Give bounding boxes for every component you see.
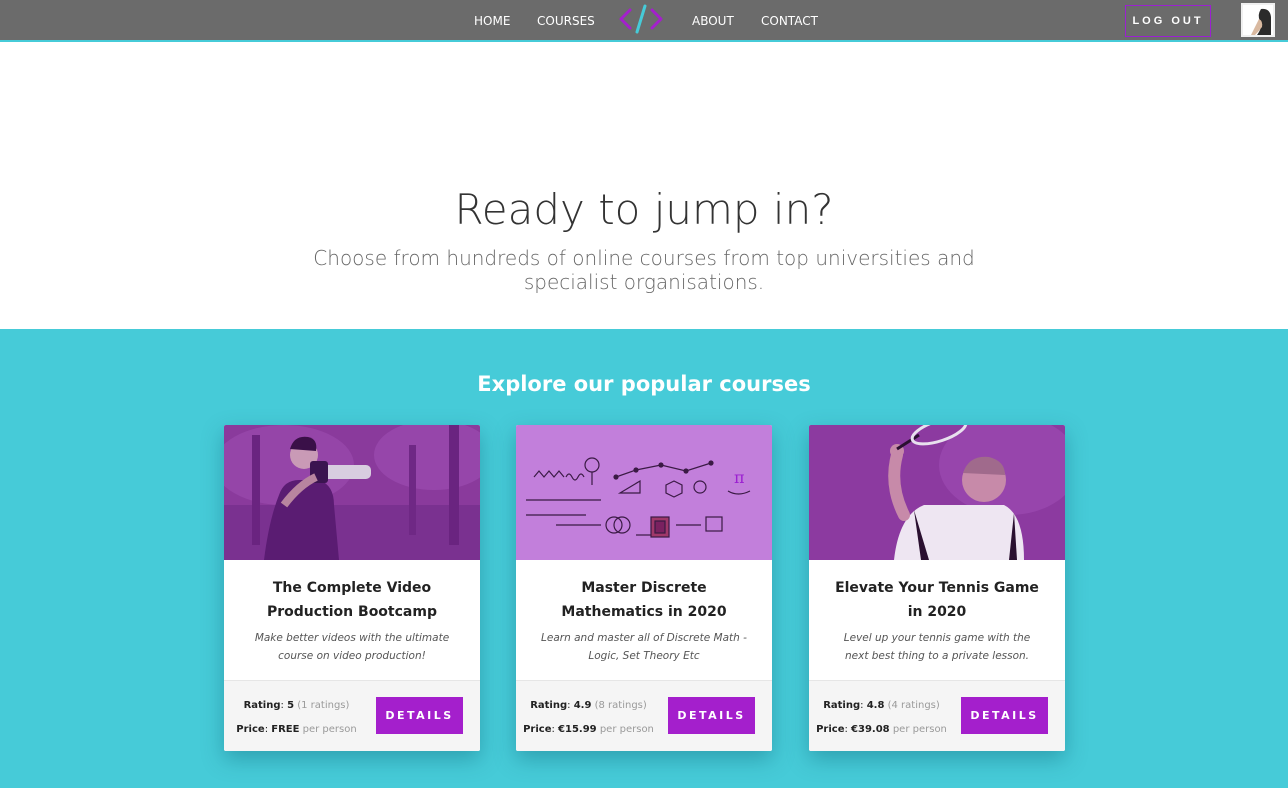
course-title[interactable]: Master Discrete Mathematics in 2020	[534, 576, 754, 624]
logout-button[interactable]: LOG OUT	[1125, 5, 1211, 37]
course-rating: Rating: 4.9 (8 ratings)	[530, 700, 647, 711]
hero-subtitle: Choose from hundreds of online courses f…	[313, 246, 975, 294]
avatar[interactable]	[1241, 3, 1275, 37]
course-footer: Rating: 4.8 (4 ratings) Price: €39.08 pe…	[809, 680, 1065, 751]
course-card-tennis: Elevate Your Tennis Game in 2020 Level u…	[809, 425, 1065, 751]
svg-text:π: π	[734, 468, 745, 487]
course-price: Price: €39.08 per person	[816, 724, 947, 735]
popular-courses-section: Explore our popular courses The Complete…	[0, 329, 1288, 788]
course-description: Make better videos with the ultimate cou…	[254, 632, 450, 662]
code-logo-icon[interactable]	[618, 4, 664, 34]
course-title[interactable]: The Complete Video Production Bootcamp	[242, 576, 462, 624]
course-rating: Rating: 4.8 (4 ratings)	[823, 700, 940, 711]
hero-title: Ready to jump in?	[454, 185, 834, 234]
navbar: HOME COURSES ABOUT CONTACT LOG OUT	[0, 0, 1288, 42]
course-price: Price: FREE per person	[236, 724, 357, 735]
nav-home-link[interactable]: HOME	[474, 14, 510, 28]
course-image-math-diagram: π	[516, 425, 772, 560]
nav-contact-link[interactable]: CONTACT	[761, 14, 818, 28]
course-rating: Rating: 5 (1 ratings)	[243, 700, 350, 711]
course-price: Price: €15.99 per person	[523, 724, 654, 735]
details-button[interactable]: DETAILS	[668, 697, 755, 734]
nav-about-link[interactable]: ABOUT	[692, 14, 734, 28]
course-footer: Rating: 5 (1 ratings) Price: FREE per pe…	[224, 680, 480, 751]
course-image-videographer	[224, 425, 480, 560]
course-image-tennis-player	[809, 425, 1065, 560]
course-description: Level up your tennis game with the next …	[843, 632, 1031, 662]
details-button[interactable]: DETAILS	[376, 697, 463, 734]
course-title[interactable]: Elevate Your Tennis Game in 2020	[827, 576, 1047, 624]
section-title: Explore our popular courses	[477, 372, 811, 396]
nav-courses-link[interactable]: COURSES	[537, 14, 595, 28]
course-card-video-production: The Complete Video Production Bootcamp M…	[224, 425, 480, 751]
details-button[interactable]: DETAILS	[961, 697, 1048, 734]
user-avatar-icon	[1243, 5, 1273, 35]
course-footer: Rating: 4.9 (8 ratings) Price: €15.99 pe…	[516, 680, 772, 751]
course-description: Learn and master all of Discrete Math - …	[541, 632, 747, 662]
course-card-discrete-math: π Master Discrete Mathematics in 2020 Le…	[516, 425, 772, 751]
